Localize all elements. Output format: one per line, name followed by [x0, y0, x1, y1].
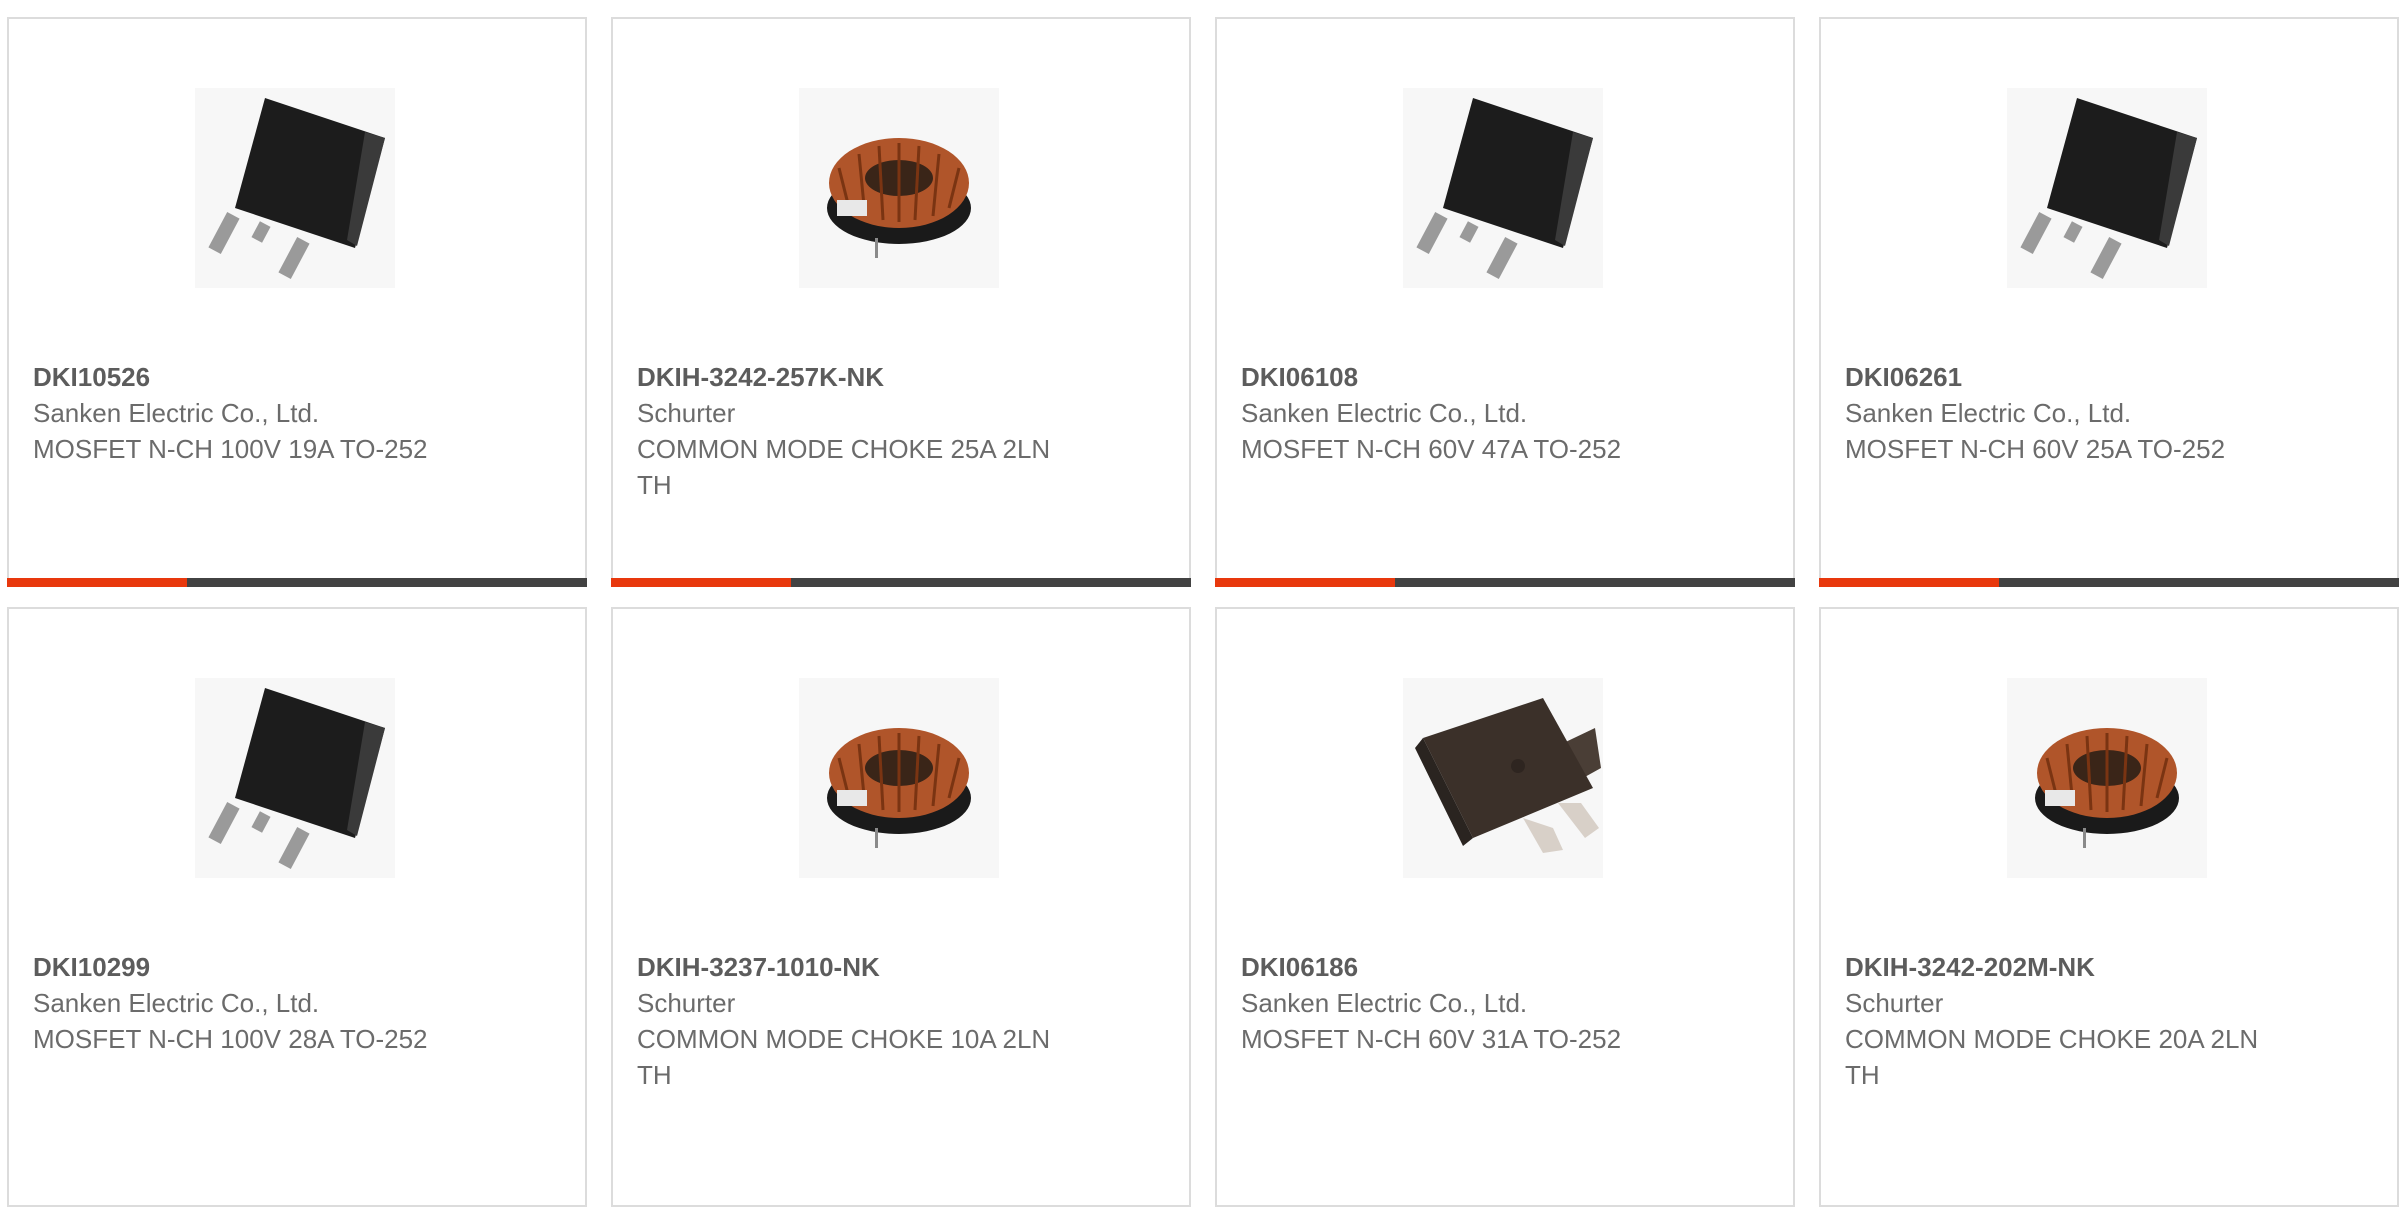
progress-bar: [611, 578, 1191, 587]
part-number[interactable]: DKI10526: [33, 359, 473, 395]
toroid-choke-image[interactable]: [799, 88, 999, 288]
to252-mosfet-image[interactable]: [195, 88, 395, 288]
product-card[interactable]: DKI06108 Sanken Electric Co., Ltd. MOSFE…: [1215, 17, 1795, 587]
description: MOSFET N-CH 60V 47A TO-252: [1241, 434, 1622, 464]
progress-fill: [1819, 578, 1999, 587]
progress-bar: [7, 578, 587, 587]
manufacturer: Schurter: [637, 988, 736, 1018]
product-info: DKI06261 Sanken Electric Co., Ltd. MOSFE…: [1845, 359, 2285, 467]
product-info: DKI06108 Sanken Electric Co., Ltd. MOSFE…: [1241, 359, 1681, 467]
manufacturer: Sanken Electric Co., Ltd.: [33, 988, 320, 1018]
progress-bar: [1819, 578, 2399, 587]
manufacturer: Sanken Electric Co., Ltd.: [1241, 398, 1528, 428]
product-card[interactable]: DKIH-3242-202M-NK Schurter COMMON MODE C…: [1819, 607, 2399, 1207]
product-grid: DKI10526 Sanken Electric Co., Ltd. MOSFE…: [7, 17, 2400, 1207]
product-info: DKI10299 Sanken Electric Co., Ltd. MOSFE…: [33, 949, 473, 1057]
product-card[interactable]: DKIH-3242-257K-NK Schurter COMMON MODE C…: [611, 17, 1191, 587]
part-number[interactable]: DKIH-3237-1010-NK: [637, 949, 1077, 985]
to252-mosfet-image[interactable]: [1403, 88, 1603, 288]
product-info: DKI10526 Sanken Electric Co., Ltd. MOSFE…: [33, 359, 473, 467]
progress-fill: [1215, 578, 1395, 587]
description: COMMON MODE CHOKE 25A 2LN TH: [637, 434, 1051, 500]
progress-fill: [611, 578, 791, 587]
manufacturer: Sanken Electric Co., Ltd.: [1241, 988, 1528, 1018]
description: MOSFET N-CH 100V 19A TO-252: [33, 434, 428, 464]
to252-mosfet-image[interactable]: [195, 678, 395, 878]
part-number[interactable]: DKI10299: [33, 949, 473, 985]
manufacturer: Schurter: [1845, 988, 1944, 1018]
product-info: DKI06186 Sanken Electric Co., Ltd. MOSFE…: [1241, 949, 1681, 1057]
manufacturer: Sanken Electric Co., Ltd.: [33, 398, 320, 428]
description: COMMON MODE CHOKE 20A 2LN TH: [1845, 1024, 2259, 1090]
part-number[interactable]: DKI06261: [1845, 359, 2285, 395]
progress-bar: [1215, 578, 1795, 587]
product-info: DKIH-3242-257K-NK Schurter COMMON MODE C…: [637, 359, 1077, 503]
product-info: DKIH-3237-1010-NK Schurter COMMON MODE C…: [637, 949, 1077, 1093]
part-number[interactable]: DKIH-3242-257K-NK: [637, 359, 1077, 395]
description: MOSFET N-CH 60V 25A TO-252: [1845, 434, 2226, 464]
product-card[interactable]: DKI06186 Sanken Electric Co., Ltd. MOSFE…: [1215, 607, 1795, 1207]
description: COMMON MODE CHOKE 10A 2LN TH: [637, 1024, 1051, 1090]
product-info: DKIH-3242-202M-NK Schurter COMMON MODE C…: [1845, 949, 2285, 1093]
product-card[interactable]: DKI10526 Sanken Electric Co., Ltd. MOSFE…: [7, 17, 587, 587]
description: MOSFET N-CH 60V 31A TO-252: [1241, 1024, 1622, 1054]
description: MOSFET N-CH 100V 28A TO-252: [33, 1024, 428, 1054]
manufacturer: Schurter: [637, 398, 736, 428]
part-number[interactable]: DKI06186: [1241, 949, 1681, 985]
product-card[interactable]: DKI10299 Sanken Electric Co., Ltd. MOSFE…: [7, 607, 587, 1207]
progress-fill: [7, 578, 187, 587]
toroid-choke-image[interactable]: [799, 678, 999, 878]
part-number[interactable]: DKIH-3242-202M-NK: [1845, 949, 2285, 985]
product-card[interactable]: DKIH-3237-1010-NK Schurter COMMON MODE C…: [611, 607, 1191, 1207]
toroid-choke-image[interactable]: [2007, 678, 2207, 878]
manufacturer: Sanken Electric Co., Ltd.: [1845, 398, 2132, 428]
part-number[interactable]: DKI06108: [1241, 359, 1681, 395]
to252-mosfet-image[interactable]: [2007, 88, 2207, 288]
dpak-mosfet-image[interactable]: [1403, 678, 1603, 878]
product-card[interactable]: DKI06261 Sanken Electric Co., Ltd. MOSFE…: [1819, 17, 2399, 587]
